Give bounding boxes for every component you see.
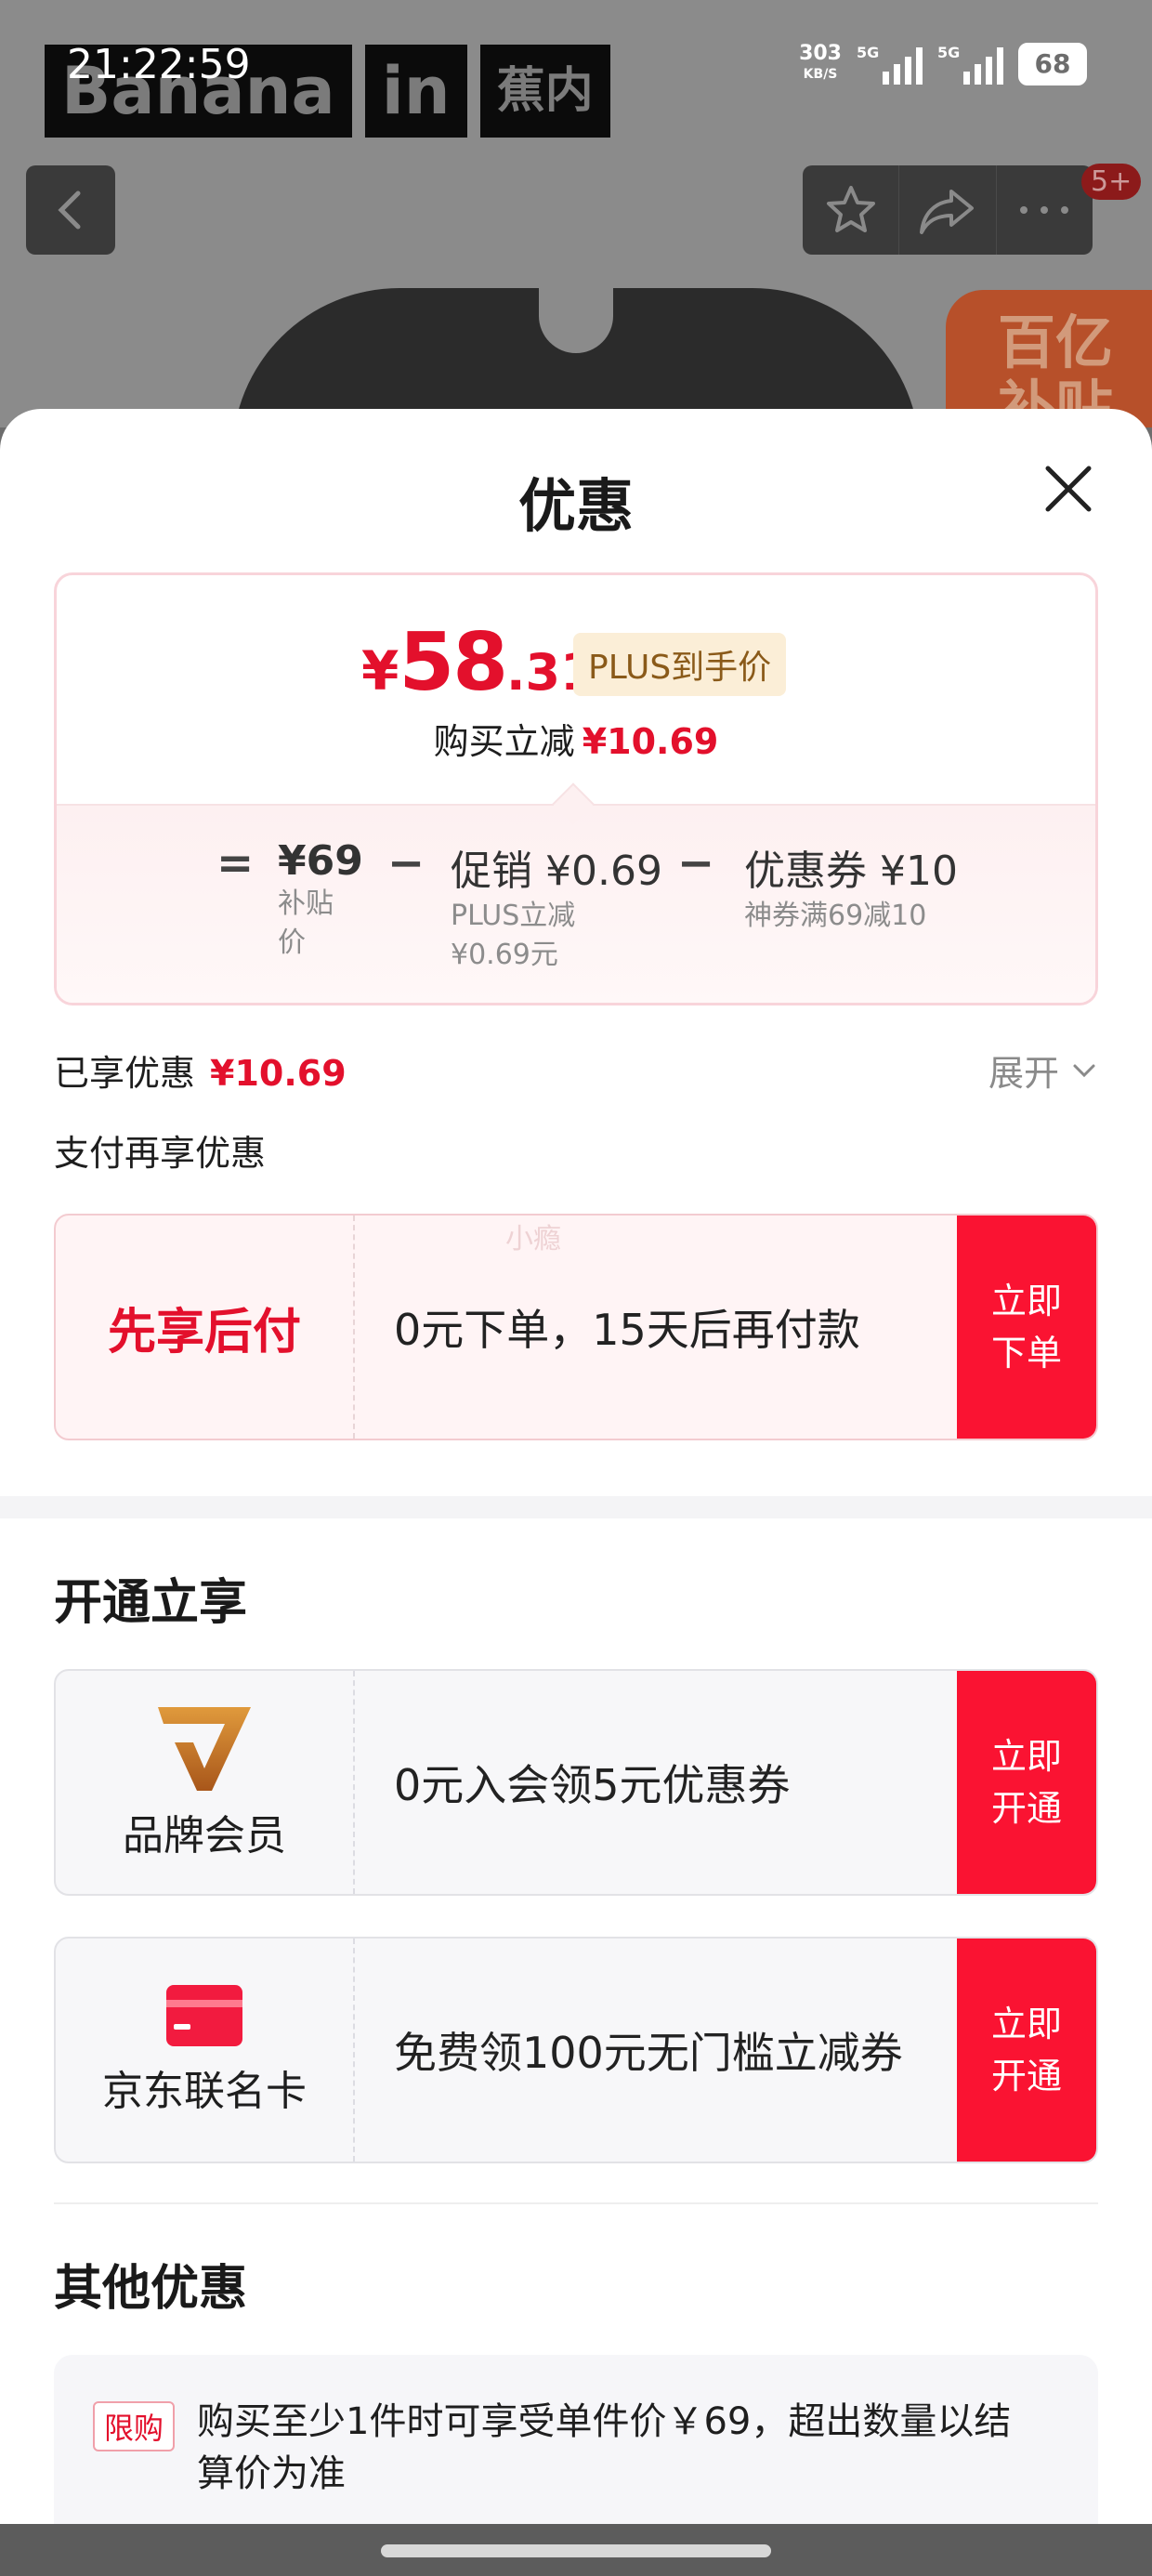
equals-sign: = bbox=[216, 837, 255, 889]
order-now-button[interactable]: 立即 下单 bbox=[957, 1216, 1096, 1439]
subsidy-sticker: 百亿 补贴 bbox=[946, 290, 1152, 427]
brand-member-offer[interactable]: 品牌会员 0元入会领5元优惠券 立即 开通 bbox=[54, 1669, 1098, 1896]
enjoyed-discount-value: ¥10.69 bbox=[210, 1053, 347, 1094]
pay-later-offer[interactable]: 先享后付 0元下单，15天后再付款 立即 下单 bbox=[54, 1214, 1098, 1440]
promotion-label: PLUS立减 bbox=[451, 900, 576, 932]
price-currency: ¥ bbox=[361, 639, 399, 703]
coupon-discount: 优惠券 ¥10 神券满69减10 bbox=[744, 837, 958, 936]
expand-toggle[interactable]: 展开 bbox=[988, 1045, 1098, 1096]
signal-label: 5G bbox=[857, 44, 880, 61]
home-indicator[interactable] bbox=[381, 2544, 771, 2557]
purchase-discount-label: 购买立减 bbox=[433, 721, 575, 762]
credit-card-icon bbox=[166, 1985, 242, 2046]
star-icon bbox=[826, 186, 875, 232]
more-button[interactable] bbox=[997, 165, 1093, 255]
purchase-discount: 购买立减 ¥10.69 bbox=[57, 713, 1095, 764]
brand-member-label: 品牌会员 bbox=[123, 1812, 286, 1860]
coupon-title: 优惠券 ¥10 bbox=[744, 848, 958, 895]
top-toolbar bbox=[803, 165, 1093, 255]
join-member-button[interactable]: 立即 开通 bbox=[957, 1671, 1096, 1894]
share-icon bbox=[919, 190, 974, 234]
pay-more-heading: 支付再享优惠 bbox=[54, 1133, 267, 1174]
brand-v-logo-icon bbox=[158, 1707, 251, 1791]
promotion-label: ¥0.69元 bbox=[451, 939, 558, 971]
jd-card-offer[interactable]: 京东联名卡 免费领100元无门槛立减券 立即 开通 bbox=[54, 1937, 1098, 2163]
signal-label: 5G bbox=[937, 44, 961, 61]
divider-line bbox=[54, 2202, 1098, 2204]
favorite-button[interactable] bbox=[803, 165, 900, 255]
share-button[interactable] bbox=[899, 165, 997, 255]
enjoyed-discount-label: 已享优惠 bbox=[54, 1053, 196, 1094]
purchase-limit-box: 限购 购买至少1件时可享受单件价￥69，超出数量以结算价为准 bbox=[54, 2355, 1098, 2524]
purchase-discount-value: ¥10.69 bbox=[582, 721, 719, 762]
open-section-title: 开通立享 bbox=[54, 1575, 248, 1631]
promotion-discount: 促销 ¥0.69 PLUS立减 ¥0.69元 bbox=[451, 837, 662, 975]
more-dots-icon bbox=[1020, 206, 1069, 214]
sheet-title: 优惠 bbox=[517, 472, 634, 540]
status-time: 21:22:59 bbox=[67, 41, 251, 88]
limit-text: 购买至少1件时可享受单件价￥69，超出数量以结算价为准 bbox=[197, 2400, 1012, 2495]
subsidy-price-label: 价 bbox=[278, 927, 306, 959]
navigation-bar bbox=[0, 2524, 1152, 2576]
brand-banner-part: 蕉内 bbox=[479, 45, 610, 138]
signal-icon: 5G bbox=[937, 44, 1003, 85]
other-section-title: 其他优惠 bbox=[54, 2261, 248, 2317]
jd-card-left: 京东联名卡 bbox=[56, 1939, 355, 2162]
price-formula-area: = ¥69 补贴 价 − 促销 ¥0.69 PLUS立减 ¥0.69元 − 优惠… bbox=[57, 782, 1095, 1003]
network-speed: 303 KB/S bbox=[799, 44, 842, 85]
limit-tag: 限购 bbox=[93, 2401, 176, 2451]
brand-banner-part: in bbox=[364, 45, 467, 138]
close-icon bbox=[1045, 466, 1092, 512]
signal-icon: 5G bbox=[857, 44, 923, 85]
section-divider bbox=[0, 1496, 1152, 1518]
chevron-left-icon bbox=[58, 191, 81, 230]
background-product-page: Banana in 蕉内 21:22:59 303 KB/S 5G 5G 68 bbox=[0, 0, 1152, 427]
close-button[interactable] bbox=[1035, 455, 1102, 522]
network-speed-unit: KB/S bbox=[803, 67, 838, 82]
coupon-label: 神券满69减10 bbox=[744, 900, 927, 932]
minus-sign: − bbox=[387, 837, 425, 889]
chevron-down-icon bbox=[1073, 1064, 1095, 1077]
expand-label: 展开 bbox=[988, 1053, 1059, 1094]
price-breakdown-card: ¥ 58 .31 PLUS到手价 购买立减 ¥10.69 = ¥69 补贴 价 −… bbox=[54, 572, 1098, 1005]
final-price: ¥ 58 .31 bbox=[361, 616, 596, 709]
battery-icon: 68 bbox=[1018, 43, 1087, 85]
subsidy-price: ¥69 补贴 价 bbox=[278, 837, 363, 963]
subsidy-price-value: ¥69 bbox=[278, 837, 363, 885]
enjoyed-discount: 已享优惠 ¥10.69 bbox=[54, 1045, 347, 1096]
back-button[interactable] bbox=[26, 165, 115, 255]
brand-member-desc: 0元入会领5元优惠券 bbox=[394, 1760, 791, 1810]
status-icons: 303 KB/S 5G 5G 68 bbox=[799, 43, 1087, 85]
promotion-title: 促销 ¥0.69 bbox=[451, 848, 662, 895]
brand-member-left: 品牌会员 bbox=[56, 1671, 355, 1894]
jd-card-label: 京东联名卡 bbox=[102, 2068, 307, 2115]
plus-price-tag: PLUS到手价 bbox=[573, 633, 787, 696]
minus-sign: − bbox=[677, 837, 715, 889]
subsidy-price-label: 补贴 bbox=[278, 887, 334, 920]
open-card-button[interactable]: 立即 开通 bbox=[957, 1939, 1096, 2162]
network-speed-value: 303 bbox=[799, 42, 842, 65]
pay-later-left: 先享后付 bbox=[56, 1216, 355, 1439]
price-integer: 58 bbox=[399, 616, 508, 709]
discount-sheet: 优惠 ¥ 58 .31 PLUS到手价 购买立减¥10.69 = ¥69 补贴 bbox=[0, 409, 1152, 2524]
pay-later-title: 先享后付 bbox=[107, 1304, 301, 1360]
final-price-area: ¥ 58 .31 PLUS到手价 购买立减 ¥10.69 bbox=[57, 575, 1095, 804]
watermark-text: 小瘾 bbox=[505, 1223, 561, 1255]
message-count-badge: 5+ bbox=[1081, 164, 1142, 200]
jd-card-desc: 免费领100元无门槛立减券 bbox=[394, 2028, 903, 2078]
pay-later-desc: 0元下单，15天后再付款 bbox=[394, 1305, 860, 1355]
product-image-tshirt bbox=[232, 269, 920, 427]
